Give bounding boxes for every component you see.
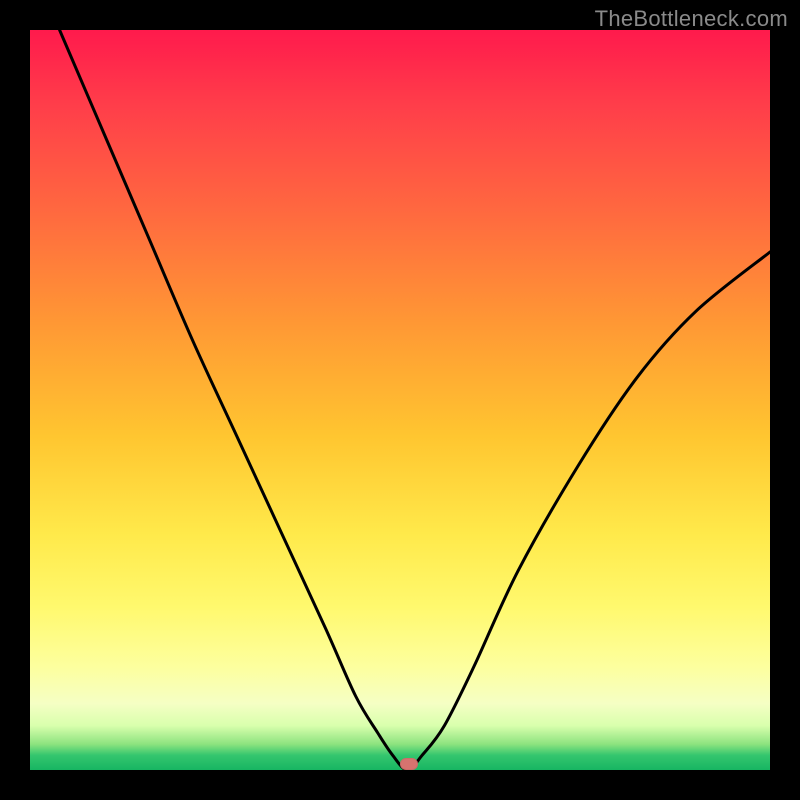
chart-frame: TheBottleneck.com [0,0,800,800]
watermark-text: TheBottleneck.com [595,6,788,32]
plot-area [30,30,770,770]
minimum-marker [400,758,418,770]
bottleneck-curve [30,30,770,770]
